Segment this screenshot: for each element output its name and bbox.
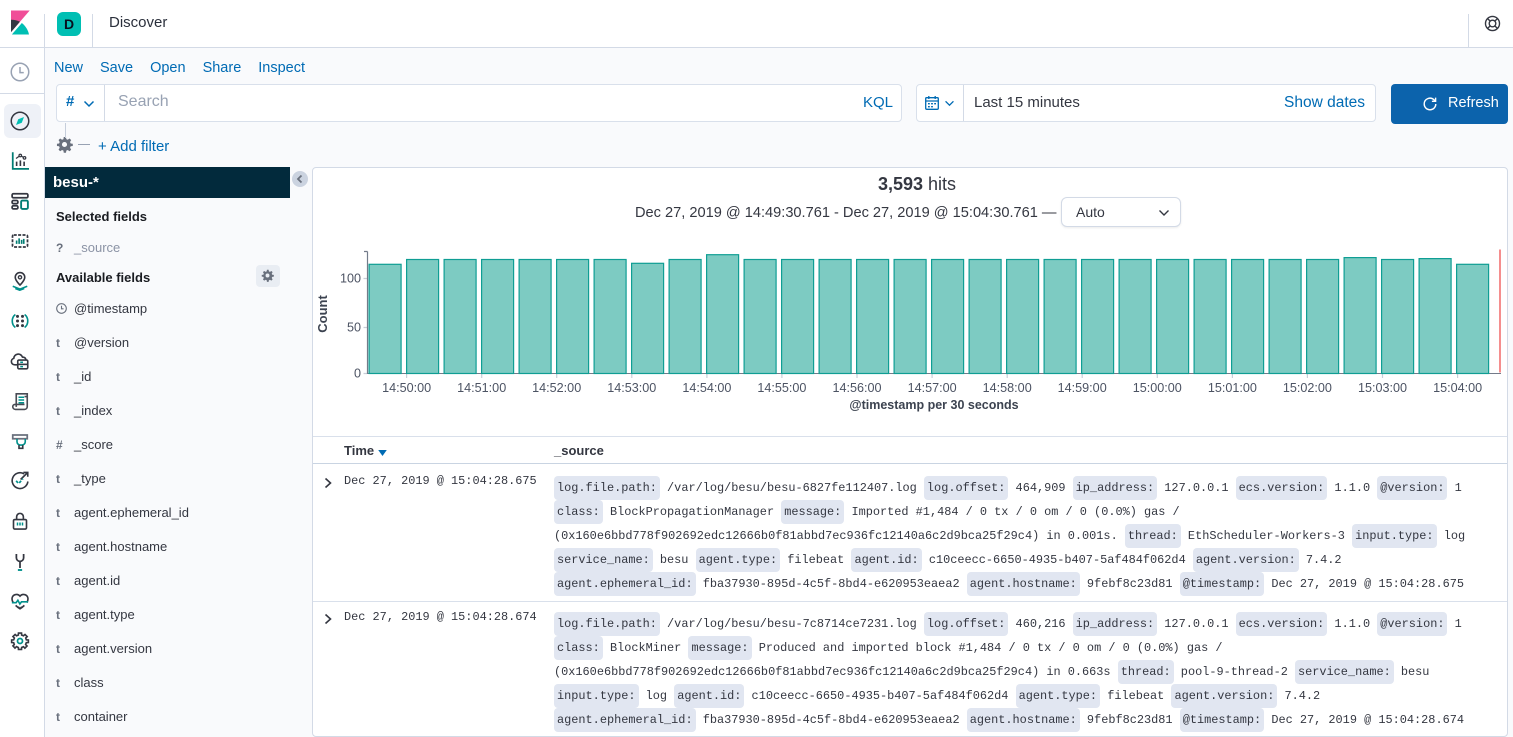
svg-text:14:57:00: 14:57:00 [908,381,957,395]
svg-text:15:04:00: 15:04:00 [1433,381,1482,395]
svg-text:14:55:00: 14:55:00 [757,381,806,395]
svg-text:14:54:00: 14:54:00 [682,381,731,395]
svg-text:0: 0 [354,367,361,381]
svg-text:50: 50 [347,321,361,335]
svg-text:15:03:00: 15:03:00 [1358,381,1407,395]
svg-text:14:56:00: 14:56:00 [832,381,881,395]
svg-text:14:53:00: 14:53:00 [607,381,656,395]
svg-text:14:51:00: 14:51:00 [457,381,506,395]
svg-text:14:52:00: 14:52:00 [532,381,581,395]
svg-text:Count: Count [315,295,330,333]
svg-text:14:59:00: 14:59:00 [1058,381,1107,395]
svg-text:14:58:00: 14:58:00 [983,381,1032,395]
svg-text:@timestamp per 30 seconds: @timestamp per 30 seconds [849,398,1018,412]
svg-text:15:01:00: 15:01:00 [1208,381,1257,395]
svg-text:15:02:00: 15:02:00 [1283,381,1332,395]
svg-text:14:50:00: 14:50:00 [382,381,431,395]
svg-text:15:00:00: 15:00:00 [1133,381,1182,395]
svg-text:100: 100 [340,272,361,286]
